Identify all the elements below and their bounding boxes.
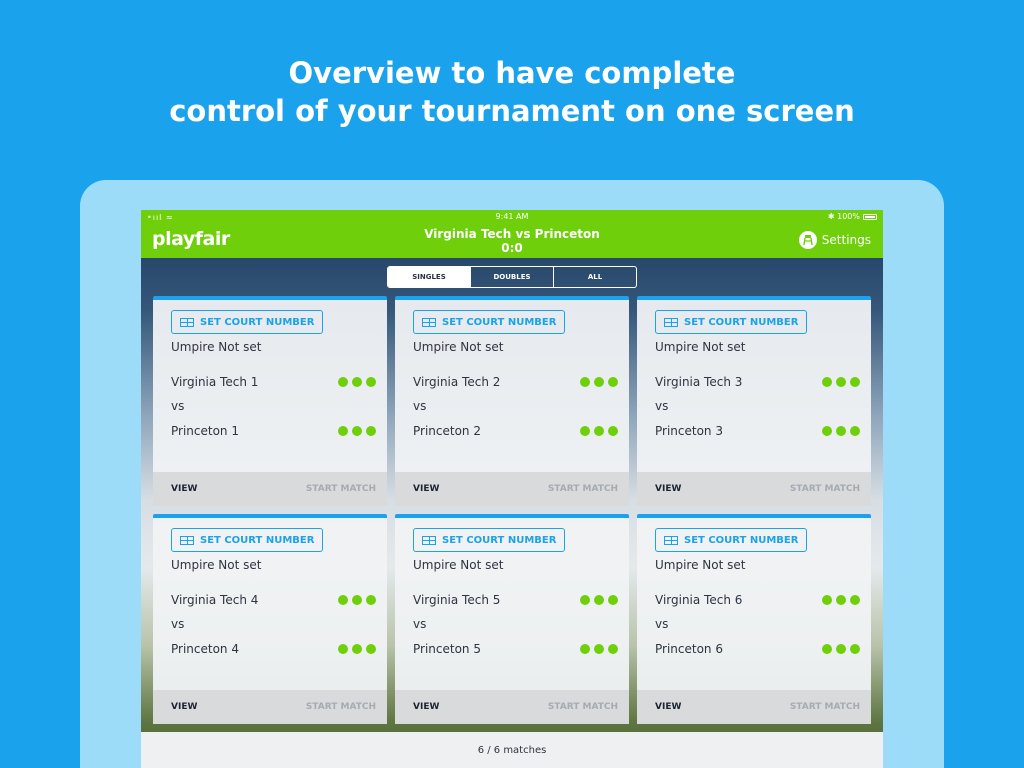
away-team-indicator	[580, 644, 618, 654]
away-team-name: Princeton 4	[171, 642, 239, 656]
away-team-name: Princeton 6	[655, 642, 723, 656]
court-grid-icon	[180, 535, 194, 545]
away-team-indicator	[822, 644, 860, 654]
card-actions: VIEW START MATCH	[637, 472, 871, 506]
battery-status: ✱ 100%	[828, 212, 877, 221]
away-team-indicator	[822, 426, 860, 436]
versus-label: vs	[655, 617, 669, 631]
home-team-name: Virginia Tech 3	[655, 375, 743, 389]
start-match-button[interactable]: START MATCH	[306, 702, 376, 712]
umpire-status: Umpire Not set	[655, 340, 746, 354]
set-court-number-label: SET COURT NUMBER	[442, 534, 557, 546]
set-court-number-label: SET COURT NUMBER	[684, 534, 799, 546]
set-court-number-button[interactable]: SET COURT NUMBER	[655, 310, 808, 334]
home-team-name: Virginia Tech 6	[655, 593, 743, 607]
home-team-indicator	[580, 377, 618, 387]
umpire-status: Umpire Not set	[413, 558, 504, 572]
set-court-number-button[interactable]: SET COURT NUMBER	[413, 528, 566, 552]
home-team-indicator	[338, 377, 376, 387]
away-team-name: Princeton 2	[413, 424, 481, 438]
versus-label: vs	[171, 399, 185, 413]
start-match-button[interactable]: START MATCH	[790, 484, 860, 494]
card-actions: VIEW START MATCH	[395, 690, 629, 724]
set-court-number-button[interactable]: SET COURT NUMBER	[171, 528, 324, 552]
home-team-indicator	[822, 377, 860, 387]
match-card: SET COURT NUMBER Umpire Not set Virginia…	[153, 514, 387, 724]
home-team-indicator	[338, 595, 376, 605]
umpire-chair-icon	[798, 231, 817, 249]
battery-text: ✱ 100%	[827, 212, 860, 221]
match-type-tabs: SINGLES DOUBLES ALL	[387, 266, 637, 288]
set-court-number-button[interactable]: SET COURT NUMBER	[413, 310, 566, 334]
headline-line-2: control of your tournament on one screen	[169, 94, 855, 128]
match-count: 6 / 6 matches	[477, 745, 547, 756]
match-card: SET COURT NUMBER Umpire Not set Virginia…	[395, 514, 629, 724]
tab-singles[interactable]: SINGLES	[388, 267, 470, 287]
away-team-indicator	[580, 426, 618, 436]
home-team-name: Virginia Tech 4	[171, 593, 259, 607]
match-count-bar: 6 / 6 matches	[141, 732, 883, 768]
home-team-name: Virginia Tech 2	[413, 375, 501, 389]
settings-label: Settings	[821, 233, 871, 247]
card-actions: VIEW START MATCH	[153, 690, 387, 724]
set-court-number-button[interactable]: SET COURT NUMBER	[171, 310, 324, 334]
court-grid-icon	[664, 535, 678, 545]
set-court-number-button[interactable]: SET COURT NUMBER	[655, 528, 808, 552]
umpire-status: Umpire Not set	[413, 340, 504, 354]
set-court-number-label: SET COURT NUMBER	[684, 316, 799, 328]
away-team-name: Princeton 1	[171, 424, 239, 438]
app-header: •ııl ≈ 9:41 AM ✱ 100% playfair Virginia …	[141, 210, 883, 258]
umpire-status: Umpire Not set	[171, 340, 262, 354]
court-grid-icon	[664, 317, 678, 327]
versus-label: vs	[655, 399, 669, 413]
app-screen: •ııl ≈ 9:41 AM ✱ 100% playfair Virginia …	[141, 210, 883, 768]
match-score: 0:0	[501, 241, 523, 255]
view-button[interactable]: VIEW	[655, 484, 681, 494]
set-court-number-label: SET COURT NUMBER	[442, 316, 557, 328]
view-button[interactable]: VIEW	[413, 484, 439, 494]
card-actions: VIEW START MATCH	[153, 472, 387, 506]
view-button[interactable]: VIEW	[413, 702, 439, 712]
headline-line-1: Overview to have complete	[288, 56, 736, 90]
view-button[interactable]: VIEW	[171, 702, 197, 712]
home-team-indicator	[580, 595, 618, 605]
match-card: SET COURT NUMBER Umpire Not set Virginia…	[153, 296, 387, 506]
court-grid-icon	[180, 317, 194, 327]
court-grid-icon	[422, 535, 436, 545]
card-actions: VIEW START MATCH	[395, 472, 629, 506]
set-court-number-label: SET COURT NUMBER	[200, 316, 315, 328]
match-card: SET COURT NUMBER Umpire Not set Virginia…	[637, 514, 871, 724]
marketing-headline: Overview to have complete control of you…	[0, 54, 1024, 130]
view-button[interactable]: VIEW	[655, 702, 681, 712]
away-team-indicator	[338, 426, 376, 436]
versus-label: vs	[171, 617, 185, 631]
status-time: 9:41 AM	[495, 212, 529, 221]
battery-icon	[863, 213, 877, 220]
start-match-button[interactable]: START MATCH	[548, 484, 618, 494]
view-button[interactable]: VIEW	[171, 484, 197, 494]
home-team-name: Virginia Tech 1	[171, 375, 259, 389]
away-team-name: Princeton 5	[413, 642, 481, 656]
set-court-number-label: SET COURT NUMBER	[200, 534, 315, 546]
tab-all[interactable]: ALL	[553, 267, 636, 287]
away-team-name: Princeton 3	[655, 424, 723, 438]
home-team-indicator	[822, 595, 860, 605]
home-team-name: Virginia Tech 5	[413, 593, 501, 607]
start-match-button[interactable]: START MATCH	[548, 702, 618, 712]
match-title: Virginia Tech vs Princeton	[424, 227, 600, 241]
court-grid-icon	[422, 317, 436, 327]
card-actions: VIEW START MATCH	[637, 690, 871, 724]
match-card: SET COURT NUMBER Umpire Not set Virginia…	[395, 296, 629, 506]
match-card: SET COURT NUMBER Umpire Not set Virginia…	[637, 296, 871, 506]
tab-doubles[interactable]: DOUBLES	[470, 267, 553, 287]
settings-button[interactable]: Settings	[798, 231, 871, 249]
away-team-indicator	[338, 644, 376, 654]
versus-label: vs	[413, 617, 427, 631]
start-match-button[interactable]: START MATCH	[790, 702, 860, 712]
start-match-button[interactable]: START MATCH	[306, 484, 376, 494]
umpire-status: Umpire Not set	[171, 558, 262, 572]
umpire-status: Umpire Not set	[655, 558, 746, 572]
versus-label: vs	[413, 399, 427, 413]
